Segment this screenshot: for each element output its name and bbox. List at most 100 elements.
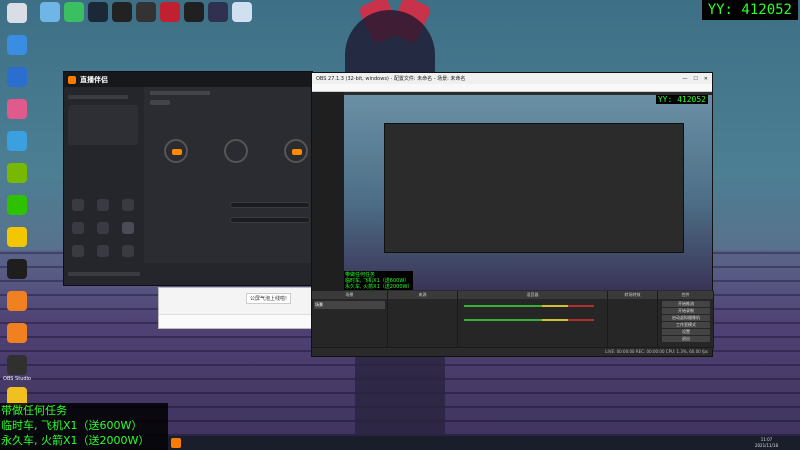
audio-meter-1 xyxy=(464,305,594,307)
obs-statusbar: LIVE: 00:00:00 REC: 00:00:00 CPU: 1.3%, … xyxy=(312,347,712,356)
qq-icon xyxy=(7,259,27,279)
flow-node-3 xyxy=(284,139,308,163)
close-icon[interactable]: ✕ xyxy=(704,76,708,82)
system-clock[interactable]: 11:07 2021/11/18 xyxy=(755,437,778,449)
main-tab-placeholder[interactable] xyxy=(150,100,170,105)
obs-titlebar[interactable]: OBS 27.1.3 (32-bit, windows) - 配置文件: 未命名… xyxy=(312,73,712,84)
tool-icon-3[interactable] xyxy=(122,199,134,211)
desktop-icon-label: OBS Studio xyxy=(3,376,31,382)
popup-bubble-text: 公屏气泡上线啦! xyxy=(246,293,292,304)
obs-preview: YY: 412052 带做任何任务 临时车, 飞机X1（送600W） 永久车, … xyxy=(344,95,712,290)
overlay-line-3: 永久车, 火箭X1（送2000W） xyxy=(1,434,150,447)
taskbar: 11:07 2021/11/18 xyxy=(168,436,800,450)
main-header-placeholder xyxy=(150,91,210,95)
tool-icon-5[interactable] xyxy=(97,222,109,234)
obs-icon xyxy=(7,355,27,375)
transitions-dock: 转场特效 xyxy=(608,291,658,349)
controls-dock: 控件 开始推流 开始录制 启动虚拟摄像机 工作室模式 设置 退出 xyxy=(658,291,714,349)
settings-button[interactable]: 设置 xyxy=(662,329,710,335)
desktop-icon-left-5[interactable] xyxy=(0,131,34,152)
wechat-icon xyxy=(7,195,27,215)
preview-overlay-line-3: 永久车, 火箭X1（送2000W） xyxy=(345,284,413,290)
popup-toolbar[interactable] xyxy=(159,314,312,328)
obs-menubar xyxy=(312,84,712,92)
nested-capture xyxy=(384,123,684,253)
transitions-dock-title: 转场特效 xyxy=(608,291,657,299)
maximize-icon[interactable]: ☐ xyxy=(693,76,697,82)
chat-icon xyxy=(7,35,27,55)
mixer-dock-title: 混音器 xyxy=(458,291,607,299)
flow-node-2 xyxy=(224,139,248,163)
stream-overlay-text: 带做任何任务 临时车, 飞机X1（送600W） 永久车, 火箭X1（送2000W… xyxy=(0,403,168,450)
desktop-icon-left-11[interactable] xyxy=(0,323,34,344)
desktop-icon-left-7[interactable] xyxy=(0,195,34,216)
scenes-dock-title: 场景 xyxy=(312,291,387,299)
desktop-icon-left-10[interactable] xyxy=(0,291,34,312)
start-recording-button[interactable]: 开始录制 xyxy=(662,308,710,314)
tool2-icon xyxy=(7,323,27,343)
shield-icon xyxy=(7,67,27,87)
scene-item[interactable]: 场景 xyxy=(314,301,385,309)
preview-overlay-text: 带做任何任务 临时车, 飞机X1（送600W） 永久车, 火箭X1（送2000W… xyxy=(344,271,414,290)
desktop-icon-top-9[interactable] xyxy=(225,2,259,23)
computer-icon xyxy=(7,3,27,23)
tool-icon-1[interactable] xyxy=(72,199,84,211)
yy-counter: YY: 412052 xyxy=(701,0,798,20)
tool-icon-4[interactable] xyxy=(72,222,84,234)
desktop-icon-left-8[interactable] xyxy=(0,227,34,248)
desktop-icon-left-3[interactable] xyxy=(0,67,34,88)
nvidia-icon xyxy=(7,163,27,183)
tool-icon xyxy=(7,291,27,311)
live-companion-logo-icon xyxy=(68,75,76,84)
obs-docks: 场景 场景 来源 混音器 转场特效 控件 开始推流 开始录制 启动虚拟摄像机 工… xyxy=(312,291,714,349)
mixer-dock: 混音器 xyxy=(458,291,608,349)
obs-status-text: LIVE: 00:00:00 REC: 00:00:00 CPU: 1.3%, … xyxy=(605,349,708,354)
tool-icon-9[interactable] xyxy=(122,245,134,257)
cloud-icon xyxy=(7,131,27,151)
obs-window[interactable]: OBS 27.1.3 (32-bit, windows) - 配置文件: 未命名… xyxy=(311,72,714,357)
live-companion-window[interactable]: 直播伴侣 xyxy=(63,71,313,286)
live-companion-main xyxy=(144,87,312,285)
scenes-dock: 场景 场景 xyxy=(312,291,388,349)
qq-game-icon xyxy=(7,227,27,247)
controls-dock-title: 控件 xyxy=(658,291,713,299)
rtmp-address-field[interactable] xyxy=(230,202,310,208)
sources-dock: 来源 xyxy=(388,291,458,349)
desktop-icon-left-12[interactable]: OBS Studio xyxy=(0,355,34,382)
sidebar-header-placeholder xyxy=(68,95,128,99)
live-companion-sidebar xyxy=(64,87,144,285)
main-bottom-toolbar xyxy=(144,263,312,285)
desktop-icon-left-2[interactable] xyxy=(0,35,34,56)
clock-date: 2021/11/18 xyxy=(754,443,778,448)
audio-meter-2 xyxy=(464,319,594,321)
preview-counter: YY: 412052 xyxy=(655,95,708,104)
game6-icon xyxy=(232,2,252,22)
desktop-icon-left-4[interactable] xyxy=(0,99,34,120)
virtual-camera-button[interactable]: 启动虚拟摄像机 xyxy=(662,315,710,321)
sidebar-preview-area xyxy=(68,105,138,145)
chat-popup[interactable]: 公屏气泡上线啦! xyxy=(158,287,313,329)
desktop-icon-left-1[interactable] xyxy=(0,3,34,24)
live-companion-titlebar[interactable]: 直播伴侣 xyxy=(64,72,312,87)
sources-dock-title: 来源 xyxy=(388,291,457,299)
minimize-icon[interactable]: — xyxy=(682,76,687,82)
desktop-icon-left-9[interactable] xyxy=(0,259,34,280)
flow-node-1 xyxy=(164,139,188,163)
sidebar-footer-placeholder xyxy=(68,272,140,276)
obs-side-icons xyxy=(312,92,344,291)
start-streaming-button[interactable]: 开始推流 xyxy=(662,301,710,307)
exit-button[interactable]: 退出 xyxy=(662,336,710,342)
taskbar-app-icon[interactable] xyxy=(171,438,181,448)
tool-icon-6[interactable] xyxy=(122,222,134,234)
tool-icon-7[interactable] xyxy=(72,245,84,257)
tool-icon-2[interactable] xyxy=(97,199,109,211)
overlay-line-1: 带做任何任务 xyxy=(1,404,67,417)
petal-icon xyxy=(7,99,27,119)
tool-icon-8[interactable] xyxy=(97,245,109,257)
stream-key-field[interactable] xyxy=(230,217,310,223)
overlay-line-2: 临时车, 飞机X1（送600W） xyxy=(1,419,143,432)
desktop-icon-left-6[interactable] xyxy=(0,163,34,184)
live-companion-title: 直播伴侣 xyxy=(80,75,108,84)
studio-mode-button[interactable]: 工作室模式 xyxy=(662,322,710,328)
obs-title: OBS 27.1.3 (32-bit, windows) - 配置文件: 未命名… xyxy=(316,76,466,82)
